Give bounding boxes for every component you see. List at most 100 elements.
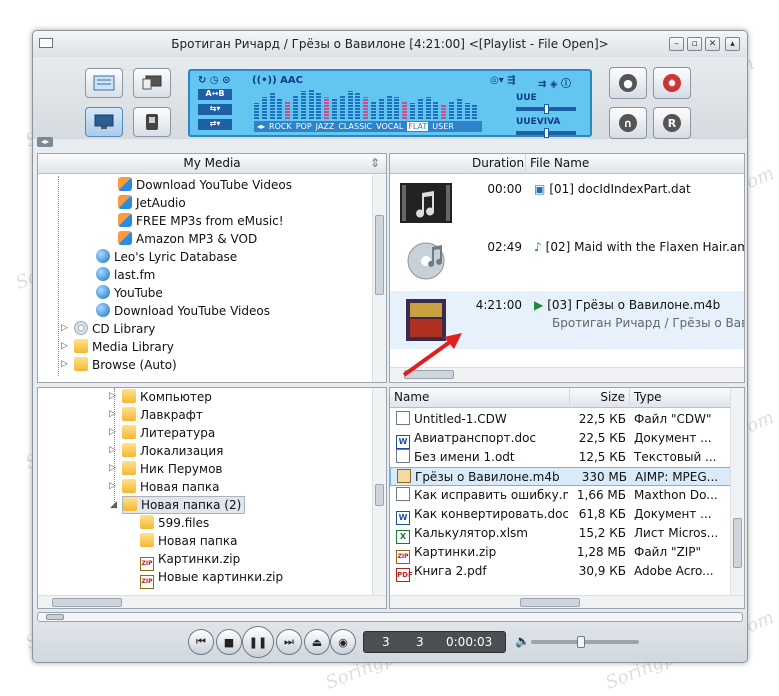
eq-preset-flat[interactable]: FLAT (407, 122, 429, 131)
files-vscroll-thumb[interactable] (733, 518, 742, 568)
media-item[interactable]: ▷ Browse (Auto) (61, 356, 177, 374)
wide-slider[interactable] (516, 104, 576, 114)
media-item[interactable]: Amazon MP3 & VOD (118, 230, 257, 248)
next-button[interactable]: ⏭ (276, 629, 302, 655)
file-row[interactable]: Грёзы о Вавилоне.m4b 330 МБ AIMP: MPEG... (390, 467, 732, 486)
media-vscroll-thumb[interactable] (375, 215, 384, 295)
mini-player-button[interactable] (133, 107, 171, 137)
title-bar[interactable]: Бротиган Ричард / Грёзы о Вавилоне [4:21… (33, 31, 747, 57)
loop-mode-button[interactable]: ⇆▾ (198, 104, 232, 115)
media-item[interactable]: FREE MP3s from eMusic! (118, 212, 284, 230)
folder-item[interactable]: ▷ Локализация (109, 442, 223, 460)
folder-item[interactable]: ▷ Литература (109, 424, 215, 442)
folder-item[interactable]: ◢ Новая папка (2) (110, 496, 246, 514)
folder-item[interactable]: ▷ Компьютер (109, 388, 212, 406)
my-media-header[interactable]: My Media ⇕ (38, 154, 386, 174)
file-row[interactable]: X Калькулятор.xlsm 15,2 КБ Лист Micros... (390, 524, 732, 544)
ab-repeat-button[interactable]: A↔B (198, 89, 232, 100)
r-button[interactable]: R (653, 107, 691, 139)
expand-icon[interactable]: ▷ (60, 342, 69, 351)
folder-item[interactable]: 599.files (140, 514, 209, 532)
folder-hscroll-thumb[interactable] (52, 598, 122, 607)
folder-item[interactable]: ▷ Лавкрафт (109, 406, 203, 424)
seek-knob[interactable] (46, 614, 64, 620)
folder-hscroll[interactable] (38, 595, 386, 608)
disc-button[interactable]: ◉ (330, 629, 356, 655)
media-item[interactable]: Download YouTube Videos (96, 302, 270, 320)
media-item[interactable]: ▷ Media Library (61, 338, 174, 356)
size-column[interactable]: Size (570, 388, 630, 408)
folder-item[interactable]: ▷ Ник Перумов (109, 460, 222, 478)
media-item[interactable]: last.fm (96, 266, 155, 284)
filename-column[interactable]: File Name (526, 154, 744, 174)
media-item[interactable]: JetAudio (118, 194, 186, 212)
previous-button[interactable]: ⏮ (188, 629, 214, 655)
expand-icon[interactable]: ▷ (60, 324, 69, 333)
eq-toggle-icons[interactable]: ◎▾ ⇶ (490, 75, 516, 86)
viva-slider-knob[interactable] (544, 128, 549, 138)
volume-knob[interactable] (577, 636, 585, 648)
type-column[interactable]: Type (630, 388, 732, 408)
expand-icon[interactable]: ▷ (108, 464, 117, 473)
eq-preset-pop[interactable]: POP (296, 122, 312, 131)
media-item[interactable]: ▷ CD Library (61, 320, 155, 338)
viva-slider[interactable] (516, 128, 576, 138)
seek-bar[interactable] (37, 612, 743, 622)
effects-button[interactable]: ✹ (653, 67, 691, 99)
folder-item[interactable]: ▷ Новая папка (109, 478, 219, 496)
playlist-row[interactable]: 00:00 ▣ [01] docIdIndexPart.dat (390, 175, 744, 233)
eq-preset-user[interactable]: USER (432, 122, 454, 131)
folder-item[interactable]: ZIP Новые картинки.zip (140, 568, 283, 589)
folder-vscroll[interactable] (372, 388, 386, 596)
file-row[interactable]: W Авиатранспорт.doc 22,5 КБ Документ ... (390, 429, 732, 449)
duration-column[interactable]: Duration (468, 154, 526, 174)
file-row[interactable]: Как исправить ошибку.mht 1,66 МБ Maxthon D… (390, 486, 732, 505)
open-button[interactable]: ⏏ (304, 629, 330, 655)
toggle-pane-button[interactable]: ◂▸ (37, 137, 53, 147)
file-row[interactable]: Untitled-1.CDW 22,5 КБ Файл "CDW" (390, 410, 732, 429)
expand-icon[interactable]: ▷ (108, 410, 117, 419)
volume-slider[interactable] (531, 636, 639, 648)
info-icons[interactable]: ⇉ ◈ ⓘ (538, 75, 571, 90)
media-vscroll[interactable] (372, 175, 386, 382)
file-row[interactable]: ZIP Картинки.zip 1,28 МБ Файл "ZIP" (390, 543, 732, 564)
volume-icon[interactable]: 🔈 (515, 634, 530, 648)
wide-slider-knob[interactable] (544, 104, 549, 114)
file-row[interactable]: Без имени 1.odt 12,5 КБ Текстовый ... (390, 448, 732, 467)
media-item[interactable]: Download YouTube Videos (118, 176, 292, 194)
eq-preset-jazz[interactable]: JAZZ (316, 122, 335, 131)
headphones-button[interactable]: ∩ (609, 107, 647, 139)
expand-icon[interactable]: ▷ (108, 428, 117, 437)
stop-button[interactable]: ■ (216, 629, 242, 655)
layout-list-button[interactable] (85, 68, 123, 98)
sort-icon[interactable]: ⇕ (370, 154, 380, 173)
file-row[interactable]: W Как конвертировать.docx 61,8 КБ Документ … (390, 505, 732, 525)
media-item[interactable]: YouTube (96, 284, 163, 302)
video-mode-button[interactable] (85, 107, 123, 137)
eq-presets[interactable]: ◂▸ ROCK POP JAZZ CLASSIC VOCAL FLAT USER (254, 121, 482, 132)
eq-preset-classic[interactable]: CLASSIC (338, 122, 372, 131)
eq-preset-vocal[interactable]: VOCAL (376, 122, 403, 131)
restore-button[interactable]: ▫ (687, 37, 702, 51)
eq-menu-icon[interactable]: ◂▸ (257, 122, 265, 131)
eq-preset-rock[interactable]: ROCK (269, 122, 292, 131)
collapse-button[interactable]: ▴ (725, 37, 740, 51)
minimize-button[interactable]: – (669, 37, 684, 51)
folder-item[interactable]: Новая папка (140, 532, 237, 550)
files-hscroll[interactable] (390, 595, 744, 608)
expand-icon[interactable]: ▷ (60, 360, 69, 369)
media-item[interactable]: Leo's Lyric Database (96, 248, 237, 266)
monitor-button[interactable] (133, 68, 171, 98)
expand-icon[interactable]: ▷ (108, 446, 117, 455)
folder-item[interactable]: ZIP Картинки.zip (140, 550, 240, 571)
file-row[interactable]: PDFКнига 2.pdf 30,9 КБ Adobe Acro... (390, 562, 732, 582)
shuffle-mode-button[interactable]: ⇄▾ (198, 119, 232, 130)
repeat-icons[interactable]: ↻ ◷ ⊙ (198, 75, 230, 86)
playlist-row[interactable]: 02:49 ♪ [02] Maid with the Flaxen Hair.amr (390, 233, 744, 291)
expand-icon[interactable]: ▷ (108, 392, 117, 401)
close-button[interactable]: ✕ (705, 37, 720, 51)
name-column[interactable]: Name (390, 388, 570, 408)
folder-vscroll-thumb[interactable] (375, 484, 384, 506)
expand-icon[interactable]: ▷ (108, 482, 117, 491)
files-hscroll-thumb[interactable] (520, 598, 580, 607)
